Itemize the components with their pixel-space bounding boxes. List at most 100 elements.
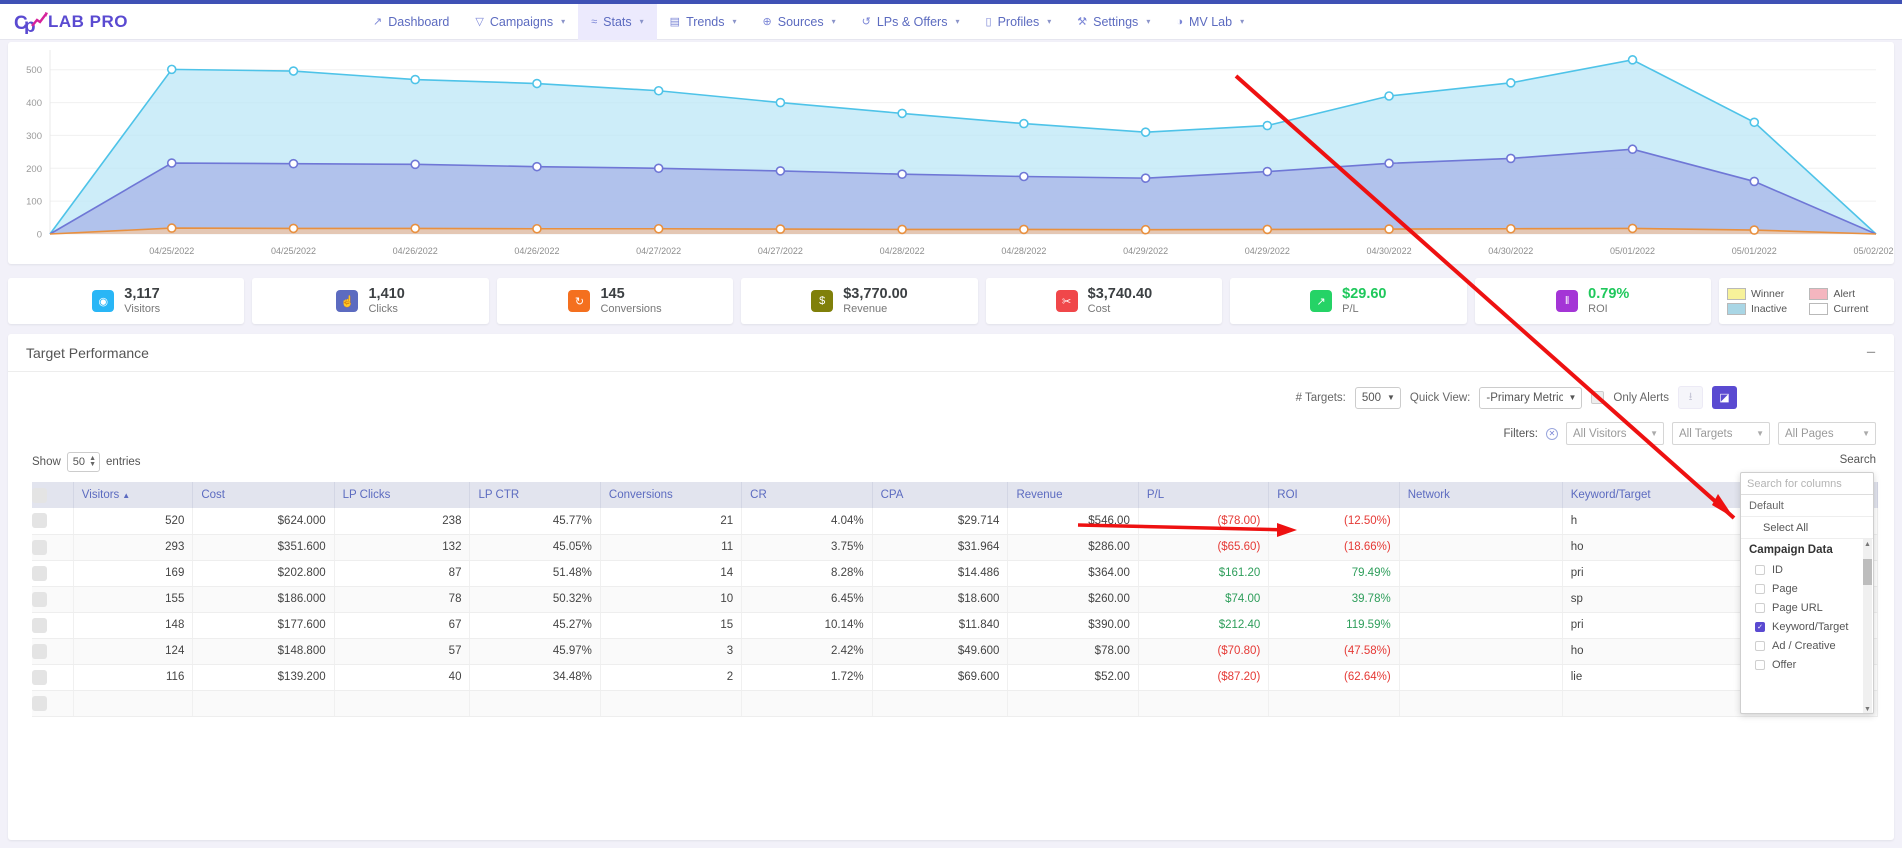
checkbox-icon[interactable]: ✓ (1755, 621, 1765, 632)
filters-row: Filters: ✕ All Visitors ▼ All Targets ▼ … (1504, 422, 1876, 445)
row-checkbox[interactable] (32, 669, 47, 685)
column-header-label: LP CTR (478, 489, 520, 501)
kpi-card-roi[interactable]: ‖ 0.79% ROI (1474, 278, 1711, 324)
filter-visitors-select[interactable]: All Visitors ▼ (1566, 422, 1664, 445)
clear-filter-icon[interactable]: ✕ (1546, 427, 1558, 440)
cell-cost: $624.000 (192, 508, 335, 535)
checkbox-icon[interactable] (1755, 659, 1765, 670)
row-checkbox[interactable] (32, 513, 47, 529)
nav-item-stats[interactable]: ≈ Stats ▾ (578, 3, 657, 40)
select-all-column-header[interactable] (32, 482, 74, 508)
filter-pages-select[interactable]: All Pages ▼ (1778, 422, 1876, 445)
columns-default-option[interactable]: Default (1741, 495, 1873, 517)
column-header-cost[interactable]: Cost (192, 482, 335, 508)
kpi-card-revenue[interactable]: $ $3,770.00 Revenue (741, 278, 978, 324)
table-row[interactable]: 293 $351.600 132 45.05% 11 3.75% $31.964 $286.0… (32, 534, 1878, 561)
checkbox-icon[interactable] (1755, 564, 1765, 575)
nav-item-lps-offers[interactable]: ↺ LPs & Offers ▾ (849, 4, 973, 40)
download-icon[interactable]: ⭳ (1678, 386, 1703, 409)
svg-text:05/02/2022: 05/02/2022 (1853, 246, 1894, 256)
column-option-page[interactable]: Page (1741, 579, 1873, 598)
column-header-cpa[interactable]: CPA (872, 482, 1009, 508)
column-header-visitors[interactable]: Visitors ▲ (73, 482, 194, 508)
row-select-cell[interactable] (32, 612, 74, 639)
checkbox-icon[interactable] (1755, 602, 1765, 613)
row-select-cell[interactable] (32, 560, 74, 587)
kpi-card-visitors[interactable]: ◉ 3,117 Visitors (8, 278, 245, 324)
column-option-offer[interactable]: Offer (1741, 655, 1873, 674)
columns-selector-dropdown[interactable]: Search for columns Default Select All Ca… (1740, 472, 1874, 714)
row-checkbox[interactable] (32, 695, 47, 711)
checkbox-icon[interactable] (1755, 640, 1765, 651)
kpi-card-clicks[interactable]: ☝ 1,410 Clicks (252, 278, 489, 324)
nav-item-mv-lab[interactable]: ◑ MV Lab ▾ (1163, 4, 1257, 40)
row-checkbox[interactable] (32, 539, 47, 555)
scrollbar-thumb[interactable] (1863, 559, 1872, 585)
minus-icon[interactable]: − (1866, 344, 1876, 361)
column-header-lp-ctr[interactable]: LP CTR (469, 482, 601, 508)
dropdown-scrollbar[interactable]: ▲ ▼ (1863, 539, 1872, 713)
row-checkbox[interactable] (32, 643, 47, 659)
table-row[interactable]: 116 $139.200 40 34.48% 2 1.72% $69.600 $52.00 ($… (32, 664, 1878, 691)
only-alerts-checkbox[interactable] (1591, 391, 1605, 404)
target-performance-table-wrap[interactable]: Visitors ▲ Cost LP Clicks LP CTR Conversions C… (32, 482, 1878, 834)
row-select-cell[interactable] (32, 664, 74, 691)
column-header-roi[interactable]: ROI (1268, 482, 1400, 508)
select-all-checkbox[interactable] (32, 487, 47, 503)
table-row[interactable]: 148 $177.600 67 45.27% 15 10.14% $11.840 $390.0… (32, 612, 1878, 639)
row-select-cell[interactable] (32, 638, 74, 665)
column-header-p-l[interactable]: P/L (1138, 482, 1270, 508)
table-row[interactable] (32, 690, 1878, 717)
table-row[interactable]: 169 $202.800 87 51.48% 14 8.28% $14.486 $364.00… (32, 560, 1878, 587)
nav-item-profiles[interactable]: ▯ Profiles ▾ (973, 4, 1065, 40)
column-header-conversions[interactable]: Conversions (600, 482, 743, 508)
row-select-cell[interactable] (32, 508, 74, 535)
row-select-cell[interactable] (32, 586, 74, 613)
table-row[interactable]: 520 $624.000 238 45.77% 21 4.04% $29.714 $546.0… (32, 508, 1878, 535)
chart-area-icon[interactable]: ◪ (1712, 386, 1737, 409)
scroll-down-icon[interactable]: ▼ (1863, 704, 1872, 713)
table-row[interactable]: 124 $148.800 57 45.97% 3 2.42% $49.600 $78.00 ($… (32, 638, 1878, 665)
column-header-network[interactable]: Network (1399, 482, 1563, 508)
row-checkbox[interactable] (32, 565, 47, 581)
nav-item-settings[interactable]: ⚒ Settings ▾ (1064, 4, 1163, 40)
kpi-card-conversions[interactable]: ↻ 145 Conversions (496, 278, 734, 324)
kpi-card-p-l[interactable]: ↗ $29.60 P/L (1230, 278, 1467, 324)
table-body: 520 $624.000 238 45.77% 21 4.04% $29.714 $546.0… (32, 508, 1878, 717)
nav-item-sources[interactable]: ⊕ Sources ▾ (750, 4, 849, 40)
row-checkbox[interactable] (32, 591, 47, 607)
table-search-label[interactable]: Search (1840, 454, 1876, 466)
columns-select-all-option[interactable]: Select All (1741, 517, 1873, 539)
kpi-card-cost[interactable]: ✂ $3,740.40 Cost (985, 278, 1223, 324)
row-checkbox[interactable] (32, 617, 47, 633)
table-row[interactable]: 155 $186.000 78 50.32% 10 6.45% $18.600 $260.00… (32, 586, 1878, 613)
columns-search-placeholder: Search for columns (1747, 477, 1842, 490)
column-option-page-url[interactable]: Page URL (1741, 598, 1873, 617)
column-option-ad-creative[interactable]: Ad / Creative (1741, 636, 1873, 655)
nav-item-trends[interactable]: ▤ Trends ▾ (657, 4, 750, 40)
column-header-revenue[interactable]: Revenue (1007, 482, 1139, 508)
columns-search-input[interactable]: Search for columns (1741, 473, 1873, 495)
performance-area-chart[interactable]: 0 100 200 300 400 500 04/25/2022 04/25/2022 04/2… (8, 42, 1894, 264)
column-header-cr[interactable]: CR (741, 482, 873, 508)
cell-pl: ($87.20) (1138, 664, 1270, 691)
scroll-up-icon[interactable]: ▲ (1863, 539, 1872, 550)
nav-item-campaigns[interactable]: ▽ Campaigns ▾ (462, 4, 578, 40)
row-select-cell[interactable] (32, 690, 74, 717)
quickview-select[interactable]: -Primary Metrics (de ▼ (1479, 386, 1583, 409)
filter-targets-select[interactable]: All Targets ▼ (1672, 422, 1770, 445)
column-header-lp-clicks[interactable]: LP Clicks (334, 482, 471, 508)
nav-item-dashboard[interactable]: ↗ Dashboard (360, 4, 462, 40)
checkbox-icon[interactable] (1755, 583, 1765, 594)
cell-cpa (872, 690, 1009, 717)
column-option-id[interactable]: ID (1741, 560, 1873, 579)
cell-cost: $148.800 (192, 638, 335, 665)
entries-per-page-select[interactable]: 50 ▲ ▼ (66, 452, 101, 472)
column-option-keyword-target[interactable]: ✓ Keyword/Target (1741, 617, 1873, 636)
brand-logo[interactable]: C p LAB PRO (0, 10, 360, 34)
kpi-text: $29.60 P/L (1342, 286, 1386, 315)
row-select-cell[interactable] (32, 534, 74, 561)
targets-count-select[interactable]: 500 ▼ (1354, 386, 1401, 409)
cell-pl: ($70.80) (1138, 638, 1270, 665)
cell-revenue: $78.00 (1007, 638, 1139, 665)
